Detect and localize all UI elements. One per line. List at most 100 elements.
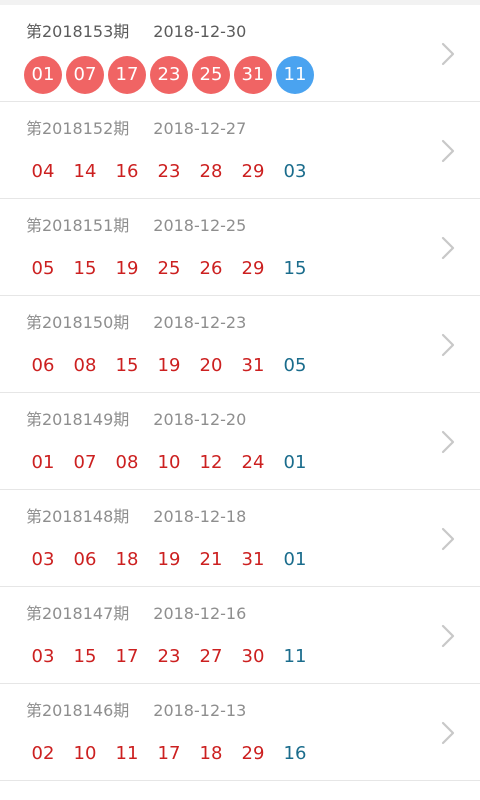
red-ball: 26 (199, 258, 223, 279)
draw-date: 2018-12-27 (153, 119, 247, 138)
draw-period: 第2018147期 (26, 604, 130, 623)
number-balls: 03 15 17 23 27 30 11 (24, 638, 318, 676)
red-ball: 07 (73, 452, 97, 473)
draw-period: 第2018151期 (26, 216, 130, 235)
red-ball: 06 (31, 355, 55, 376)
chevron-right-icon (441, 721, 455, 745)
red-ball: 21 (199, 549, 223, 570)
draw-meta: 第2018147期 2018-12-16 (26, 603, 246, 625)
red-ball: 14 (73, 161, 97, 182)
draw-row[interactable]: 第2018149期 2018-12-20 01 07 08 10 12 24 01 (0, 393, 480, 490)
draw-period: 第2018149期 (26, 410, 130, 429)
red-ball: 27 (199, 646, 223, 667)
red-ball: 31 (234, 56, 272, 94)
red-ball: 03 (31, 646, 55, 667)
draw-row[interactable]: 第2018152期 2018-12-27 04 14 16 23 28 29 03 (0, 102, 480, 199)
draw-row[interactable]: 第2018150期 2018-12-23 06 08 15 19 20 31 05 (0, 296, 480, 393)
red-ball: 16 (115, 161, 139, 182)
red-ball: 12 (199, 452, 223, 473)
chevron-right-icon (441, 430, 455, 454)
chevron-right-icon (441, 333, 455, 357)
draw-date: 2018-12-23 (153, 313, 247, 332)
blue-ball: 01 (283, 549, 307, 570)
draw-row[interactable]: 第2018151期 2018-12-25 05 15 19 25 26 29 15 (0, 199, 480, 296)
red-ball: 23 (157, 161, 181, 182)
draw-date: 2018-12-30 (153, 22, 247, 41)
draw-list: 第2018153期 2018-12-30 01 07 17 23 25 31 11 第201815… (0, 5, 480, 781)
red-ball: 01 (24, 56, 62, 94)
draw-meta: 第2018148期 2018-12-18 (26, 506, 246, 528)
draw-period: 第2018148期 (26, 507, 130, 526)
draw-period: 第2018153期 (26, 22, 130, 41)
draw-period: 第2018150期 (26, 313, 130, 332)
red-ball: 25 (192, 56, 230, 94)
red-ball: 28 (199, 161, 223, 182)
lottery-history-screen: 第2018153期 2018-12-30 01 07 17 23 25 31 11 第201815… (0, 0, 480, 800)
draw-date: 2018-12-18 (153, 507, 247, 526)
draw-row[interactable]: 第2018153期 2018-12-30 01 07 17 23 25 31 11 (0, 5, 480, 102)
blue-ball: 11 (283, 646, 307, 667)
draw-date: 2018-12-25 (153, 216, 247, 235)
red-ball: 19 (115, 258, 139, 279)
red-ball: 18 (199, 743, 223, 764)
draw-meta: 第2018146期 2018-12-13 (26, 700, 246, 722)
blue-ball: 05 (283, 355, 307, 376)
red-ball: 07 (66, 56, 104, 94)
draw-row[interactable]: 第2018147期 2018-12-16 03 15 17 23 27 30 11 (0, 587, 480, 684)
red-ball: 10 (73, 743, 97, 764)
draw-meta: 第2018153期 2018-12-30 (26, 21, 246, 43)
red-ball: 23 (150, 56, 188, 94)
draw-date: 2018-12-13 (153, 701, 247, 720)
red-ball: 03 (31, 549, 55, 570)
red-ball: 17 (108, 56, 146, 94)
red-ball: 08 (73, 355, 97, 376)
number-balls: 02 10 11 17 18 29 16 (24, 735, 318, 773)
draw-period: 第2018152期 (26, 119, 130, 138)
chevron-right-icon (441, 624, 455, 648)
red-ball: 29 (241, 743, 265, 764)
red-ball: 10 (157, 452, 181, 473)
draw-meta: 第2018152期 2018-12-27 (26, 118, 246, 140)
blue-ball: 03 (283, 161, 307, 182)
draw-meta: 第2018151期 2018-12-25 (26, 215, 246, 237)
red-ball: 15 (73, 258, 97, 279)
red-ball: 04 (31, 161, 55, 182)
red-ball: 17 (115, 646, 139, 667)
red-ball: 31 (241, 549, 265, 570)
red-ball: 15 (115, 355, 139, 376)
number-balls: 06 08 15 19 20 31 05 (24, 347, 318, 385)
red-ball: 19 (157, 355, 181, 376)
red-ball: 11 (115, 743, 139, 764)
blue-ball: 11 (276, 56, 314, 94)
red-ball: 31 (241, 355, 265, 376)
draw-meta: 第2018150期 2018-12-23 (26, 312, 246, 334)
number-balls: 05 15 19 25 26 29 15 (24, 250, 318, 288)
red-ball: 29 (241, 161, 265, 182)
draw-date: 2018-12-20 (153, 410, 247, 429)
red-ball: 19 (157, 549, 181, 570)
draw-meta: 第2018149期 2018-12-20 (26, 409, 246, 431)
chevron-right-icon (441, 236, 455, 260)
red-ball: 24 (241, 452, 265, 473)
red-ball: 29 (241, 258, 265, 279)
red-ball: 08 (115, 452, 139, 473)
red-ball: 06 (73, 549, 97, 570)
red-ball: 17 (157, 743, 181, 764)
draw-row[interactable]: 第2018148期 2018-12-18 03 06 18 19 21 31 01 (0, 490, 480, 587)
blue-ball: 15 (283, 258, 307, 279)
draw-row[interactable]: 第2018146期 2018-12-13 02 10 11 17 18 29 16 (0, 684, 480, 781)
red-ball: 05 (31, 258, 55, 279)
number-balls: 01 07 17 23 25 31 11 (24, 56, 318, 94)
red-ball: 18 (115, 549, 139, 570)
number-balls: 01 07 08 10 12 24 01 (24, 444, 318, 482)
draw-date: 2018-12-16 (153, 604, 247, 623)
chevron-right-icon (441, 527, 455, 551)
red-ball: 30 (241, 646, 265, 667)
chevron-right-icon (441, 139, 455, 163)
red-ball: 02 (31, 743, 55, 764)
draw-period: 第2018146期 (26, 701, 130, 720)
number-balls: 04 14 16 23 28 29 03 (24, 153, 318, 191)
red-ball: 01 (31, 452, 55, 473)
red-ball: 25 (157, 258, 181, 279)
chevron-right-icon (441, 42, 455, 66)
